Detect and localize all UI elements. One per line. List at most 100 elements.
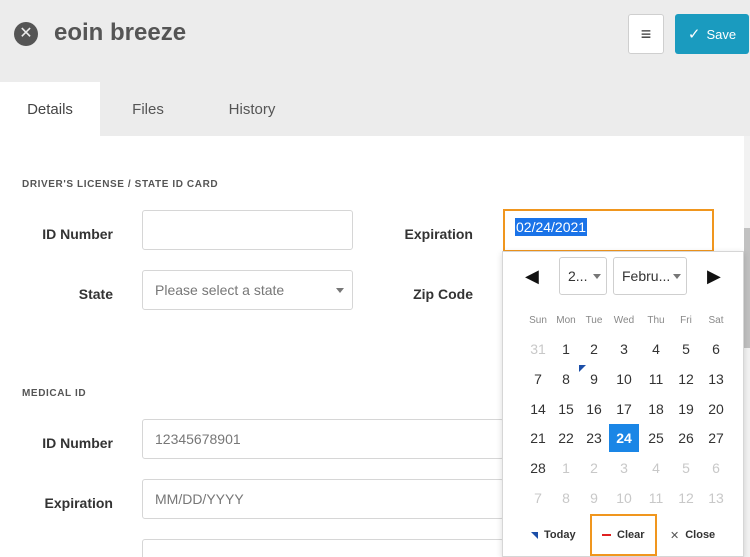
chevron-down-icon	[673, 274, 681, 279]
checkmark-icon: ✓	[687, 26, 701, 43]
menu-button[interactable]: ≡	[628, 14, 664, 54]
dl-zip-label: Zip Code	[413, 286, 473, 302]
tab-files[interactable]: Files	[110, 82, 186, 136]
dl-state-placeholder: Please select a state	[155, 282, 285, 298]
calendar-day[interactable]: 13	[701, 365, 731, 393]
chevron-down-icon	[336, 288, 344, 293]
today-button[interactable]: Today	[531, 520, 576, 550]
next-field-input[interactable]	[142, 539, 504, 557]
section-title-drivers-license: DRIVER'S LICENSE / STATE ID CARD	[22, 179, 219, 190]
calendar-day[interactable]: 6	[701, 454, 731, 482]
med-id-number-label: ID Number	[42, 435, 113, 451]
calendar-day[interactable]: 9	[579, 365, 609, 393]
calendar-day[interactable]: 28	[523, 454, 553, 482]
calendar-day[interactable]: 24	[609, 424, 639, 452]
calendar-day[interactable]: 2	[579, 454, 609, 482]
calendar-day[interactable]: 11	[641, 484, 671, 512]
year-select[interactable]: 2...	[559, 257, 607, 295]
weekday-label: Tue	[585, 315, 603, 326]
month-select[interactable]: Febru...	[613, 257, 687, 295]
weekday-label: Sat	[708, 315, 724, 326]
calendar-day[interactable]: 11	[641, 365, 671, 393]
chevron-down-icon	[593, 274, 601, 279]
calendar-day[interactable]: 5	[671, 335, 701, 363]
datepicker-popup: ◀ 2... Febru... ▶ Sun Mon Tue Wed Thu Fri Sat …	[502, 251, 744, 557]
calendar-day[interactable]: 26	[671, 424, 701, 452]
year-select-value: 2...	[568, 268, 588, 284]
month-select-value: Febru...	[622, 268, 671, 284]
calendar-day[interactable]: 5	[671, 454, 701, 482]
med-expiration-placeholder: MM/DD/YYYY	[155, 491, 244, 507]
calendar-day[interactable]: 3	[609, 335, 639, 363]
calendar-day[interactable]: 10	[609, 484, 639, 512]
close-label: Close	[685, 529, 716, 541]
page-title: eoin breeze	[54, 19, 187, 46]
calendar-day[interactable]: 18	[641, 395, 671, 423]
calendar-day[interactable]: 12	[671, 365, 701, 393]
dl-state-label: State	[78, 286, 113, 302]
weekday-label: Fri	[680, 315, 692, 326]
calendar-day[interactable]: 21	[523, 424, 553, 452]
calendar-day[interactable]: 25	[641, 424, 671, 452]
weekday-label: Sun	[529, 315, 547, 326]
page-header: ✕ eoin breeze ≡ ✓ Save	[0, 0, 750, 82]
calendar-day[interactable]: 19	[671, 395, 701, 423]
calendar-day[interactable]: 9	[579, 484, 609, 512]
med-expiration-label: Expiration	[44, 495, 113, 511]
tab-history[interactable]: History	[204, 82, 300, 136]
dl-expiration-label: Expiration	[404, 226, 473, 242]
tab-bar: Details Files History	[0, 82, 750, 136]
today-label: Today	[544, 529, 576, 541]
calendar-day[interactable]: 17	[609, 395, 639, 423]
calendar-day[interactable]: 10	[609, 365, 639, 393]
med-id-number-input[interactable]: 12345678901	[142, 419, 504, 459]
calendar-day[interactable]: 7	[523, 365, 553, 393]
tab-details[interactable]: Details	[0, 82, 100, 136]
calendar-day[interactable]: 3	[609, 454, 639, 482]
dl-expiration-value: 02/24/2021	[515, 218, 588, 236]
clear-label: Clear	[617, 529, 645, 541]
med-expiration-input[interactable]: MM/DD/YYYY	[142, 479, 504, 519]
calendar-day[interactable]: 7	[523, 484, 553, 512]
calendar-day[interactable]: 31	[523, 335, 553, 363]
calendar-day[interactable]: 8	[551, 484, 581, 512]
calendar-day[interactable]: 1	[551, 454, 581, 482]
calendar-day[interactable]: 4	[641, 335, 671, 363]
scrollbar-thumb[interactable]	[744, 228, 750, 348]
close-button[interactable]: ✕ Close	[670, 520, 715, 550]
calendar-day[interactable]: 23	[579, 424, 609, 452]
clear-button[interactable]: Clear	[590, 514, 657, 556]
scrollbar[interactable]	[744, 136, 750, 557]
minus-icon	[602, 534, 611, 536]
dl-expiration-input[interactable]: 02/24/2021	[503, 209, 714, 252]
weekday-label: Thu	[647, 315, 665, 326]
calendar-day[interactable]: 13	[701, 484, 731, 512]
calendar-day[interactable]: 16	[579, 395, 609, 423]
calendar-day[interactable]: 14	[523, 395, 553, 423]
calendar-day[interactable]: 6	[701, 335, 731, 363]
prev-month-icon[interactable]: ◀	[525, 266, 539, 287]
dl-state-select[interactable]: Please select a state	[142, 270, 353, 310]
dl-id-number-label: ID Number	[42, 226, 113, 242]
close-icon[interactable]: ✕	[14, 22, 38, 46]
calendar-day[interactable]: 27	[701, 424, 731, 452]
calendar-day[interactable]: 4	[641, 454, 671, 482]
calendar-day[interactable]: 8	[551, 365, 581, 393]
weekday-label: Wed	[613, 315, 635, 326]
calendar-day[interactable]: 20	[701, 395, 731, 423]
next-month-icon[interactable]: ▶	[707, 266, 721, 287]
hamburger-icon: ≡	[640, 23, 652, 44]
dl-id-number-input[interactable]	[142, 210, 353, 250]
calendar-day[interactable]: 12	[671, 484, 701, 512]
calendar-day[interactable]: 1	[551, 335, 581, 363]
calendar-day[interactable]: 22	[551, 424, 581, 452]
calendar-day[interactable]: 2	[579, 335, 609, 363]
calendar-day[interactable]: 15	[551, 395, 581, 423]
weekday-label: Mon	[556, 315, 576, 326]
section-title-medical-id: MEDICAL ID	[22, 388, 87, 399]
today-icon	[531, 531, 538, 539]
close-icon: ✕	[670, 529, 680, 542]
save-button-label: Save	[706, 26, 737, 42]
datepicker-footer: Today Clear ✕ Close	[503, 514, 745, 557]
save-button[interactable]: ✓ Save	[675, 14, 749, 54]
